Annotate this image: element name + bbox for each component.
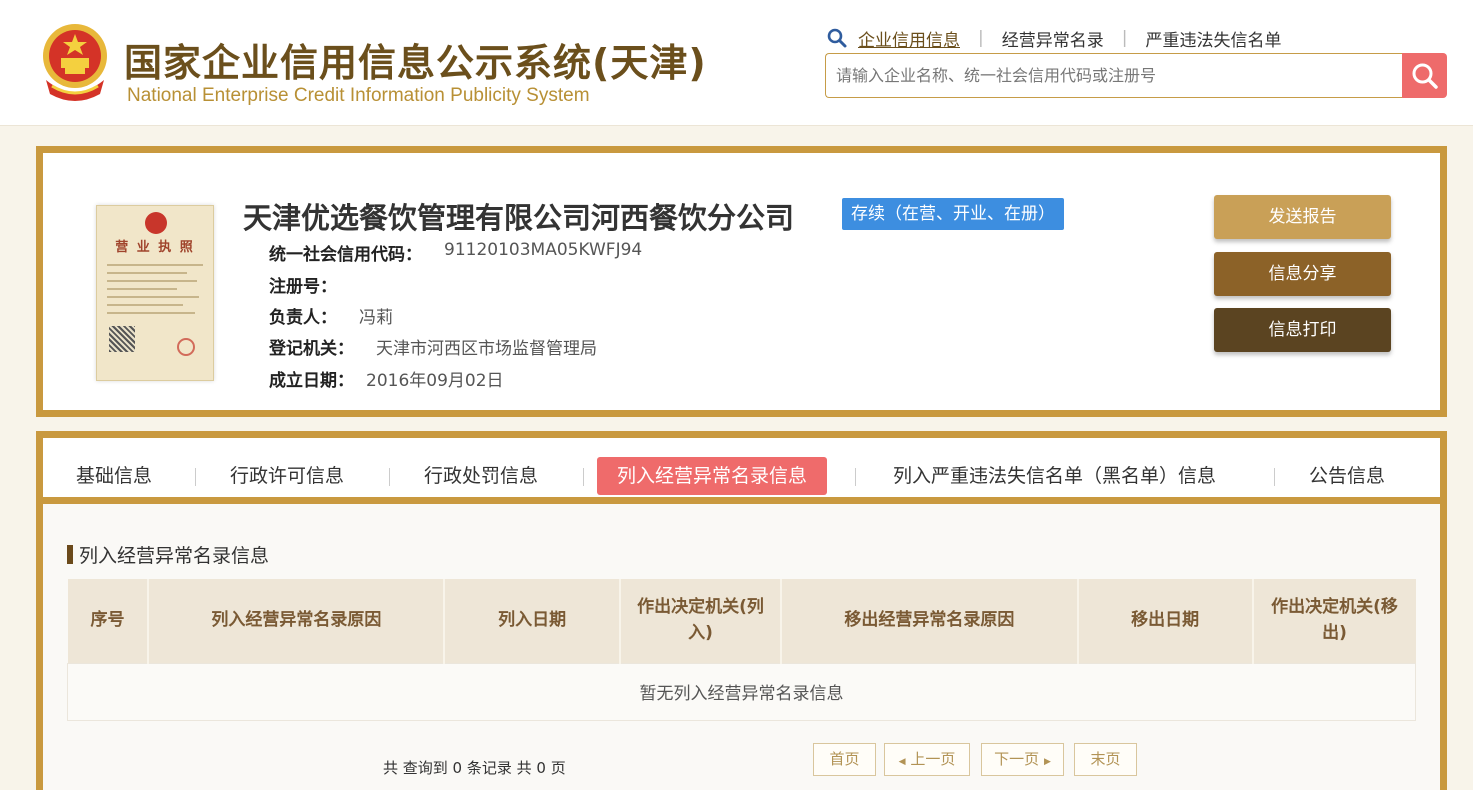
detail-panel: 基础信息 行政许可信息 行政处罚信息 列入经营异常名录信息 列入严重违法失信名单… bbox=[36, 431, 1447, 790]
tab-divider bbox=[583, 468, 584, 486]
tab-abnormal-list[interactable]: 列入经营异常名录信息 bbox=[597, 457, 828, 495]
next-page-button[interactable]: 下一页 ▶ bbox=[981, 743, 1064, 776]
caret-left-icon: ◀ bbox=[898, 757, 906, 767]
tab-blacklist[interactable]: 列入严重违法失信名单（黑名单）信息 bbox=[893, 457, 1216, 495]
caret-right-icon: ▶ bbox=[1043, 757, 1051, 767]
search-box bbox=[825, 53, 1405, 98]
nav-abnormal-list[interactable]: 经营异常名录 bbox=[1002, 26, 1104, 51]
license-text-line bbox=[107, 312, 195, 314]
prev-page-label: 上一页 bbox=[910, 750, 956, 768]
column-header: 列入经营异常名录原因 bbox=[148, 579, 446, 663]
license-title: 营 业 执 照 bbox=[115, 240, 195, 255]
info-value: 2016年09月02日 bbox=[366, 371, 504, 391]
info-established-date: 成立日期： 2016年09月02日 bbox=[269, 366, 504, 391]
prev-page-button[interactable]: ◀ 上一页 bbox=[884, 743, 970, 776]
abnormal-records-table: 序号 列入经营异常名录原因 列入日期 作出决定机关(列入) 移出经营异常名录原因… bbox=[67, 579, 1416, 721]
tab-basic-info[interactable]: 基础信息 bbox=[76, 457, 152, 495]
search-input[interactable] bbox=[826, 54, 1405, 97]
site-subtitle-en: National Enterprise Credit Information P… bbox=[127, 85, 590, 106]
pager-summary: 共 查询到 0 条记录 共 0 页 bbox=[383, 759, 566, 777]
section-title-text: 列入经营异常名录信息 bbox=[79, 545, 270, 567]
search-button[interactable] bbox=[1402, 53, 1447, 98]
license-text-line bbox=[107, 296, 199, 298]
next-page-label: 下一页 bbox=[994, 750, 1040, 768]
tab-bar: 基础信息 行政许可信息 行政处罚信息 列入经营异常名录信息 列入严重违法失信名单… bbox=[43, 438, 1440, 504]
print-info-button[interactable]: 信息打印 bbox=[1214, 308, 1391, 352]
site-header: 国家企业信用信息公示系统(天津) National Enterprise Cre… bbox=[0, 0, 1473, 126]
qr-code-icon bbox=[109, 326, 135, 352]
nav-divider: | bbox=[978, 28, 984, 48]
table-header-row: 序号 列入经营异常名录原因 列入日期 作出决定机关(列入) 移出经营异常名录原因… bbox=[67, 579, 1416, 663]
tab-divider bbox=[389, 468, 390, 486]
tab-divider bbox=[1274, 468, 1275, 486]
section-marker bbox=[67, 545, 73, 564]
info-label: 注册号： bbox=[269, 277, 337, 297]
license-emblem-icon bbox=[145, 212, 167, 234]
info-reg-number: 注册号： bbox=[269, 272, 359, 297]
license-text-line bbox=[107, 280, 197, 282]
section-title: 列入经营异常名录信息 bbox=[67, 541, 269, 568]
info-registration-authority: 登记机关： 天津市河西区市场监督管理局 bbox=[269, 334, 597, 359]
info-value: 冯莉 bbox=[359, 308, 393, 328]
status-badge: 存续（在营、开业、在册） bbox=[842, 198, 1064, 230]
info-value: 91120103MA05KWFJ94 bbox=[444, 240, 643, 260]
license-text-line bbox=[107, 272, 187, 274]
column-header: 移出经营异常名录原因 bbox=[780, 579, 1079, 663]
last-page-button[interactable]: 末页 bbox=[1074, 743, 1137, 776]
column-header: 序号 bbox=[67, 579, 150, 663]
tab-announcements[interactable]: 公告信息 bbox=[1309, 457, 1385, 495]
license-text-line bbox=[107, 304, 183, 306]
column-header: 作出决定机关(移出) bbox=[1252, 579, 1416, 663]
tab-divider bbox=[195, 468, 196, 486]
tab-admin-penalty[interactable]: 行政处罚信息 bbox=[424, 457, 538, 495]
company-card: 营 业 执 照 天津优选餐饮管理有限公司河西餐饮分公司 存续（在营、开业、在册）… bbox=[36, 146, 1447, 417]
first-page-button[interactable]: 首页 bbox=[813, 743, 876, 776]
license-text-line bbox=[107, 288, 177, 290]
send-report-button[interactable]: 发送报告 bbox=[1214, 195, 1391, 239]
info-label: 负责人： bbox=[269, 308, 337, 328]
tab-divider bbox=[855, 468, 856, 486]
info-value: 天津市河西区市场监督管理局 bbox=[376, 339, 597, 359]
nav-blacklist[interactable]: 严重违法失信名单 bbox=[1145, 26, 1281, 51]
top-nav: 企业信用信息 | 经营异常名录 | 严重违法失信名单 bbox=[826, 26, 1281, 51]
table-row: 暂无列入经营异常名录信息 bbox=[67, 662, 1416, 721]
company-name: 天津优选餐饮管理有限公司河西餐饮分公司 bbox=[243, 201, 795, 235]
nav-enterprise-credit[interactable]: 企业信用信息 bbox=[858, 26, 960, 51]
search-icon bbox=[827, 28, 847, 48]
magnifier-icon bbox=[1412, 63, 1438, 89]
empty-message: 暂无列入经营异常名录信息 bbox=[67, 662, 1416, 721]
share-info-button[interactable]: 信息分享 bbox=[1214, 252, 1391, 296]
info-label: 统一社会信用代码： bbox=[269, 245, 422, 265]
license-text-line bbox=[107, 264, 203, 266]
column-header: 作出决定机关(列入) bbox=[620, 579, 782, 663]
info-label: 成立日期： bbox=[269, 371, 354, 391]
national-emblem-icon bbox=[43, 24, 107, 101]
info-credit-code: 统一社会信用代码： 91120103MA05KWFJ94 bbox=[269, 240, 642, 265]
info-person-in-charge: 负责人： 冯莉 bbox=[269, 303, 393, 328]
license-seal-icon bbox=[177, 338, 195, 356]
info-label: 登记机关： bbox=[269, 339, 354, 359]
business-license-image[interactable]: 营 业 执 照 bbox=[96, 205, 214, 381]
column-header: 列入日期 bbox=[444, 579, 622, 663]
nav-divider: | bbox=[1121, 28, 1128, 48]
site-title: 国家企业信用信息公示系统(天津) bbox=[124, 41, 707, 85]
tab-admin-license[interactable]: 行政许可信息 bbox=[230, 457, 344, 495]
column-header: 移出日期 bbox=[1077, 579, 1254, 663]
